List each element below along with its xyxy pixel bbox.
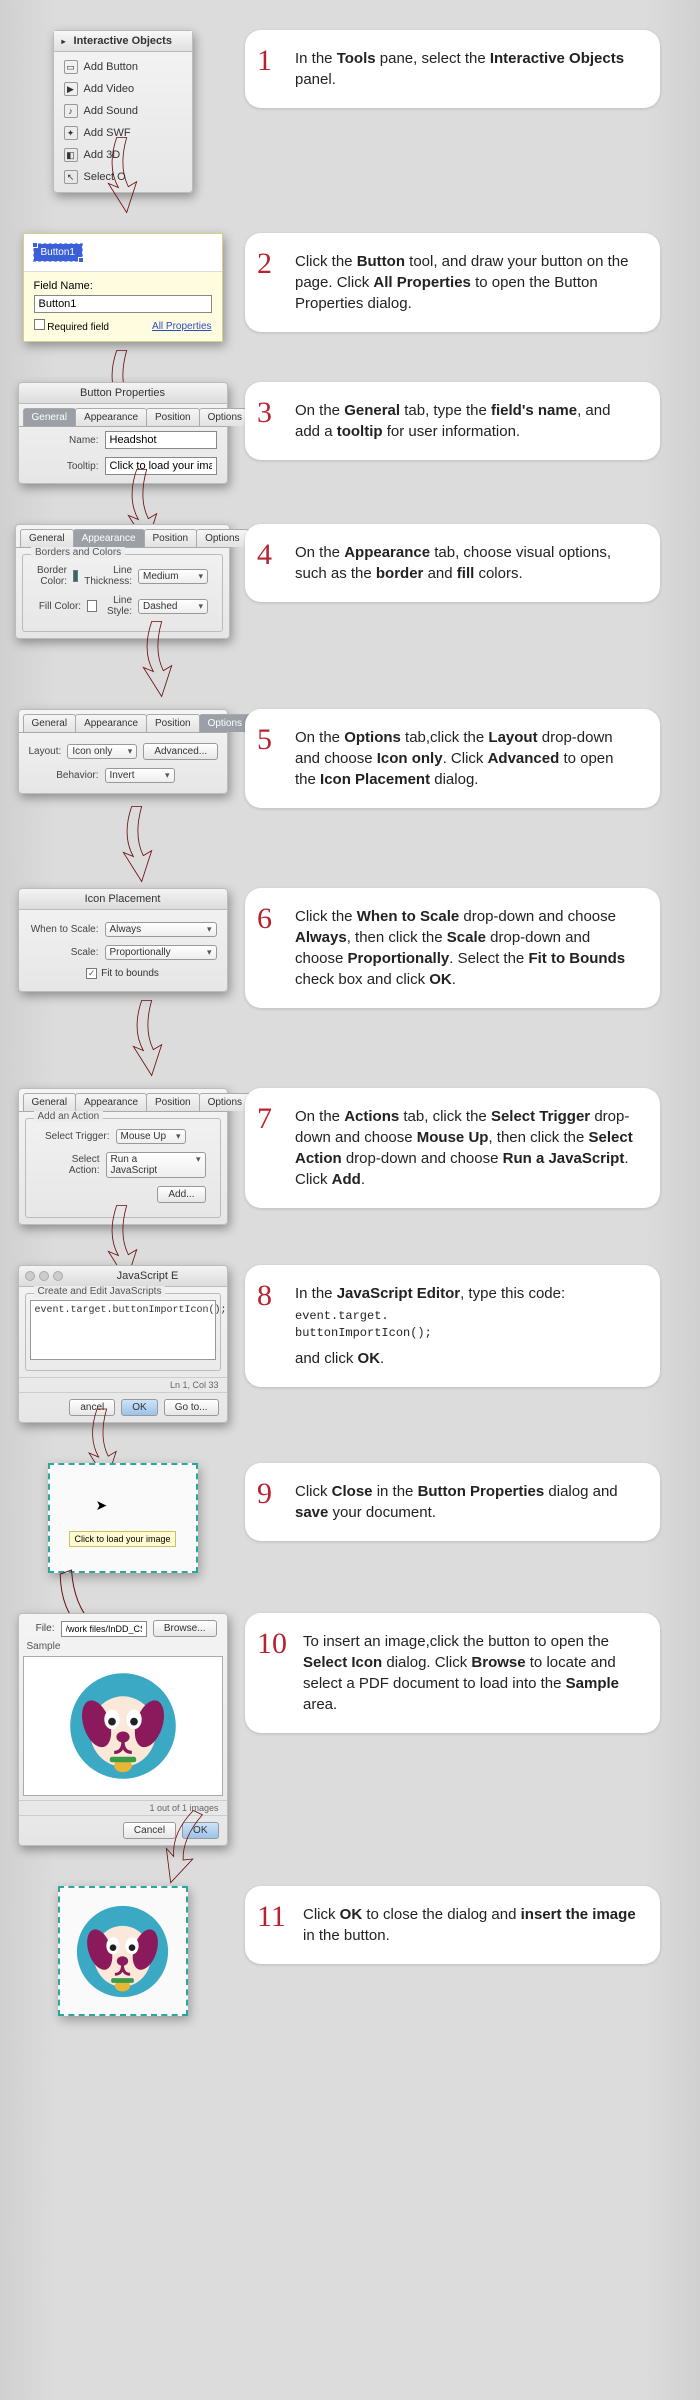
instruction-11: 11 Click OK to close the dialog and inse… bbox=[245, 1886, 660, 1964]
button-icon: ▭ bbox=[64, 60, 78, 74]
ok-button[interactable]: OK bbox=[182, 1822, 218, 1839]
tab-appearance[interactable]: Appearance bbox=[75, 1093, 147, 1111]
status-line: Ln 1, Col 33 bbox=[19, 1377, 227, 1392]
instruction-9: 9 Click Close in the Button Properties d… bbox=[245, 1463, 660, 1541]
interactive-objects-panel: ▸Interactive Objects ▭Add Button ▶Add Vi… bbox=[53, 30, 193, 193]
button-with-image[interactable] bbox=[58, 1886, 188, 2016]
button-properties-options: General Appearance Position Options Acti… bbox=[18, 709, 228, 794]
tool-add-3d[interactable]: ◧Add 3D bbox=[54, 144, 192, 166]
name-input[interactable] bbox=[105, 431, 217, 449]
cancel-button[interactable]: Cancel bbox=[123, 1822, 176, 1839]
cube-icon: ◧ bbox=[64, 148, 78, 162]
fit-to-bounds-checkbox[interactable]: ✓ bbox=[86, 968, 97, 979]
instruction-4: 4 On the Appearance tab, choose visual o… bbox=[245, 524, 660, 602]
panel-header: ▸Interactive Objects bbox=[54, 31, 192, 52]
ok-button[interactable]: OK bbox=[121, 1399, 157, 1416]
instruction-1: 1 In the Tools pane, select the Interact… bbox=[245, 30, 660, 108]
dialog-title: Button Properties bbox=[19, 383, 227, 404]
tab-position[interactable]: Position bbox=[146, 1093, 200, 1111]
all-properties-link[interactable]: All Properties bbox=[152, 321, 211, 332]
border-color-swatch[interactable] bbox=[73, 570, 78, 582]
tab-general[interactable]: General bbox=[20, 529, 74, 547]
add-button[interactable]: Add... bbox=[157, 1186, 205, 1203]
js-textarea[interactable]: event.target.buttonImportIcon(); bbox=[30, 1300, 216, 1360]
dialog-title: Icon Placement bbox=[19, 889, 227, 910]
swf-icon: ✦ bbox=[64, 126, 78, 140]
style-select[interactable]: Dashed bbox=[138, 599, 208, 614]
layout-select[interactable]: Icon only bbox=[67, 744, 137, 759]
instruction-8: 8 In the JavaScript Editor, type this co… bbox=[245, 1265, 660, 1387]
tab-position[interactable]: Position bbox=[146, 714, 200, 732]
dog-image bbox=[68, 1671, 178, 1781]
instruction-2: 2 Click the Button tool, and draw your b… bbox=[245, 233, 660, 332]
javascript-editor-dialog: JavaScript E Create and Edit JavaScripts… bbox=[18, 1265, 228, 1423]
instruction-3: 3 On the General tab, type the field's n… bbox=[245, 382, 660, 460]
thickness-select[interactable]: Medium bbox=[138, 569, 208, 584]
action-select[interactable]: Run a JavaScript bbox=[106, 1152, 206, 1178]
tab-general[interactable]: General bbox=[23, 408, 77, 426]
cancel-button[interactable]: ancel bbox=[69, 1399, 115, 1416]
file-path-input[interactable] bbox=[61, 1621, 147, 1637]
pointer-icon: ↖ bbox=[64, 170, 78, 184]
button-properties-appearance: General Appearance Position Options Acti… bbox=[15, 524, 230, 639]
goto-button[interactable]: Go to... bbox=[164, 1399, 219, 1416]
tab-general[interactable]: General bbox=[23, 1093, 77, 1111]
tab-appearance[interactable]: Appearance bbox=[75, 714, 147, 732]
instruction-5: 5 On the Options tab,click the Layout dr… bbox=[245, 709, 660, 808]
when-to-scale-select[interactable]: Always bbox=[105, 922, 217, 937]
icon-placement-dialog: Icon Placement When to Scale:Always Scal… bbox=[18, 888, 228, 992]
fill-color-swatch[interactable] bbox=[87, 600, 97, 612]
tab-position[interactable]: Position bbox=[146, 408, 200, 426]
image-count: 1 out of 1 images bbox=[19, 1800, 227, 1815]
trigger-select[interactable]: Mouse Up bbox=[116, 1129, 186, 1144]
checkbox-icon bbox=[34, 319, 45, 330]
tool-add-sound[interactable]: ♪Add Sound bbox=[54, 100, 192, 122]
sample-area bbox=[23, 1656, 223, 1796]
advanced-button[interactable]: Advanced... bbox=[143, 743, 218, 760]
instruction-7: 7 On the Actions tab, click the Select T… bbox=[245, 1088, 660, 1208]
browse-button[interactable]: Browse... bbox=[153, 1620, 217, 1637]
button-properties-general: Button Properties General Appearance Pos… bbox=[18, 382, 228, 484]
field-name-panel: Button1 Field Name: Required field All P… bbox=[23, 233, 223, 342]
tool-add-swf[interactable]: ✦Add SWF bbox=[54, 122, 192, 144]
select-icon-dialog: File:Browse... Sample 1 out of 1 images … bbox=[18, 1613, 228, 1846]
tooltip-input[interactable] bbox=[105, 457, 217, 475]
button-preview[interactable]: Button1 bbox=[34, 244, 82, 261]
field-name-label: Field Name: bbox=[34, 280, 212, 292]
instruction-10: 10 To insert an image,click the button t… bbox=[245, 1613, 660, 1733]
video-icon: ▶ bbox=[64, 82, 78, 96]
cursor-icon: ➤ bbox=[96, 1497, 108, 1514]
tab-appearance[interactable]: Appearance bbox=[75, 408, 147, 426]
button-properties-actions: General Appearance Position Options Acti… bbox=[18, 1088, 228, 1225]
instruction-6: 6 Click the When to Scale drop-down and … bbox=[245, 888, 660, 1008]
sound-icon: ♪ bbox=[64, 104, 78, 118]
tab-appearance[interactable]: Appearance bbox=[73, 529, 145, 547]
tab-general[interactable]: General bbox=[23, 714, 77, 732]
dog-image bbox=[75, 1904, 170, 1999]
tooltip: Click to load your image bbox=[69, 1531, 175, 1547]
required-field-row[interactable]: Required field bbox=[34, 319, 110, 333]
tool-select-object[interactable]: ↖Select O bbox=[54, 166, 192, 188]
behavior-select[interactable]: Invert bbox=[105, 768, 175, 783]
tab-position[interactable]: Position bbox=[144, 529, 198, 547]
tool-add-button[interactable]: ▭Add Button bbox=[54, 56, 192, 78]
tool-add-video[interactable]: ▶Add Video bbox=[54, 78, 192, 100]
scale-select[interactable]: Proportionally bbox=[105, 945, 217, 960]
field-name-input[interactable] bbox=[34, 295, 212, 313]
button-placeholder[interactable]: ➤ Click to load your image bbox=[48, 1463, 198, 1573]
button-canvas: Button1 bbox=[24, 234, 222, 272]
